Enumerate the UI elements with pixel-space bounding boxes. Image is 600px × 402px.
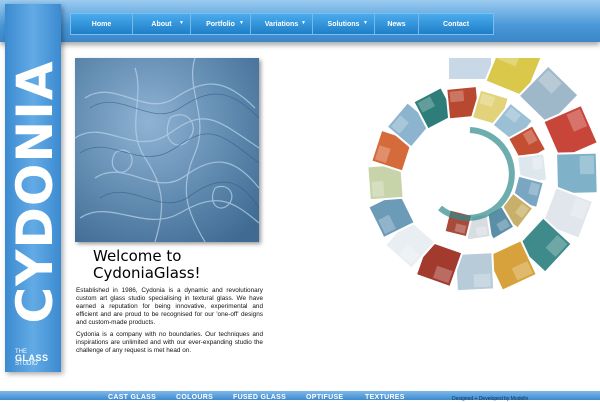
logo-wordmark: CYDONIA: [6, 60, 64, 324]
nav-portfolio-label: Portfolio: [206, 20, 235, 28]
portfolio-spiral: [320, 35, 600, 318]
nav-contact-label: Contact: [442, 20, 470, 28]
intro-paragraph-2: Cydonia is a company with no boundaries.…: [76, 331, 263, 354]
nav-about[interactable]: About ▼: [133, 14, 191, 34]
spiral-graphic: [366, 35, 600, 293]
intro-paragraph-1: Established in 1986, Cydonia is a dynami…: [76, 287, 263, 326]
chevron-down-icon: ▼: [239, 20, 244, 26]
logo-studio: STUDIO: [15, 361, 38, 367]
nav-portfolio[interactable]: Portfolio ▼: [191, 14, 251, 34]
hero-glass-image: [75, 58, 259, 242]
spiral-center-arc: [438, 127, 515, 221]
chevron-down-icon: ▼: [363, 20, 368, 26]
textured-glass-picture: [75, 58, 259, 242]
nav-home[interactable]: Home: [71, 14, 133, 34]
nav-variations-label: Variations: [264, 20, 299, 28]
nav-solutions[interactable]: Solutions ▼: [313, 14, 375, 34]
main-navigation: Home About ▼ Portfolio ▼ Variations ▼ So…: [70, 13, 494, 35]
nav-home-label: Home: [91, 20, 112, 28]
welcome-line-1: Welcome to: [93, 247, 182, 265]
welcome-line-2: CydoniaGlass!: [93, 264, 201, 282]
welcome-heading: Welcome to CydoniaGlass!: [93, 248, 263, 282]
nav-solutions-label: Solutions: [327, 20, 360, 28]
intro-text: Established in 1986, Cydonia is a dynami…: [76, 287, 263, 359]
spiral-tile[interactable]: [447, 35, 493, 81]
designer-credit[interactable]: Designed + Developed by Modelln: [452, 396, 528, 402]
spiral-tile[interactable]: [555, 151, 599, 196]
logo-sidebar[interactable]: CYDONIA THE GLASS STUDIO: [5, 4, 64, 372]
nav-contact[interactable]: Contact: [419, 14, 493, 34]
chevron-down-icon: ▼: [179, 20, 184, 26]
nav-variations[interactable]: Variations ▼: [251, 14, 313, 34]
logo-tagline: THE GLASS STUDIO: [15, 349, 55, 367]
chevron-down-icon: ▼: [301, 20, 306, 26]
top-header-bar: Home About ▼ Portfolio ▼ Variations ▼ So…: [0, 0, 600, 42]
nav-news-label: News: [387, 20, 406, 28]
nav-about-label: About: [151, 20, 172, 28]
nav-news[interactable]: News: [375, 14, 419, 34]
